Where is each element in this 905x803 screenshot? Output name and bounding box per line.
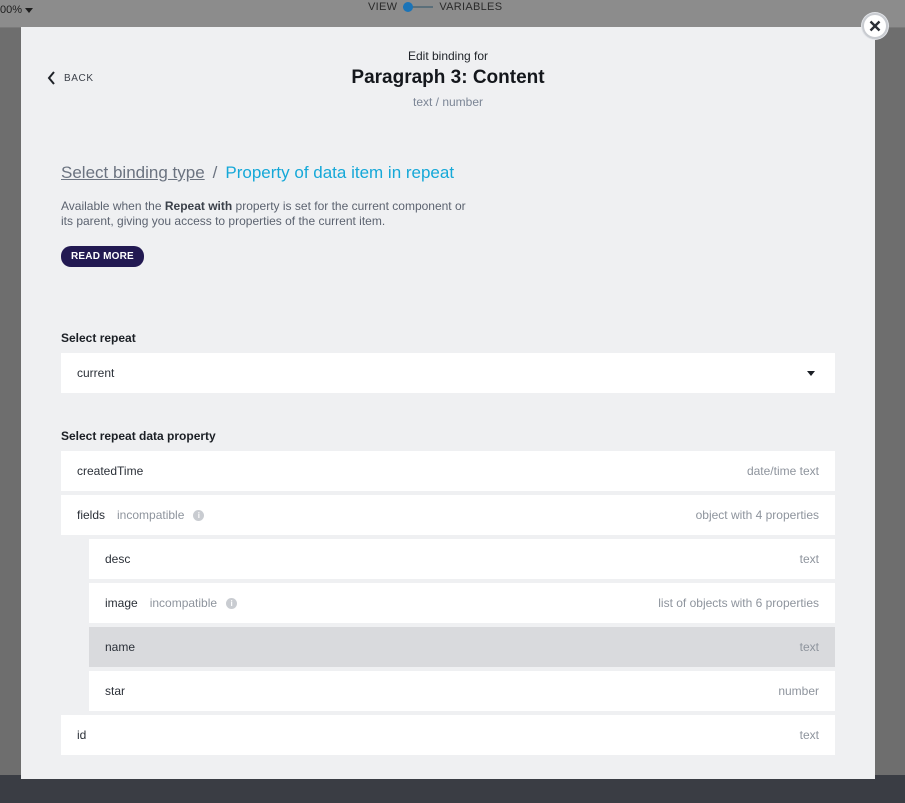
chevron-down-icon <box>25 7 34 13</box>
view-label: VIEW <box>368 1 398 13</box>
select-repeat-dropdown[interactable]: current <box>61 353 835 393</box>
select-property-label: Select repeat data property <box>61 429 216 443</box>
breadcrumb-current: Property of data item in repeat <box>225 163 455 182</box>
app-bottombar <box>0 775 905 803</box>
property-type: text <box>799 640 819 654</box>
property-type: text <box>799 728 819 742</box>
close-modal-button[interactable] <box>862 13 888 39</box>
binding-description: Available when the Repeat with property … <box>61 199 471 229</box>
property-row-desc[interactable]: desc text <box>89 539 835 579</box>
property-name: createdTime <box>77 464 144 478</box>
toggle-knob <box>403 2 414 12</box>
description-bold: Repeat with <box>164 199 233 213</box>
close-icon <box>869 20 881 32</box>
incompatible-label: incompatible <box>149 596 218 610</box>
info-icon[interactable]: i <box>226 597 238 609</box>
info-icon[interactable]: i <box>193 509 205 521</box>
edit-binding-modal: BACK Edit binding for Paragraph 3: Conte… <box>21 27 875 779</box>
breadcrumb-select-binding-type[interactable]: Select binding type <box>61 163 205 183</box>
zoom-dropdown[interactable]: 00% <box>0 4 34 16</box>
chevron-down-icon <box>807 370 815 376</box>
property-name: star <box>105 684 126 698</box>
property-row-createdTime[interactable]: createdTime date/time text <box>61 451 835 491</box>
variables-label: VARIABLES <box>439 1 503 13</box>
property-name: id <box>77 728 87 742</box>
description-text: Available when the <box>61 199 165 213</box>
modal-content: Select binding type / Property of data i… <box>61 163 835 755</box>
select-repeat-label: Select repeat <box>61 331 136 345</box>
toggle-switch[interactable] <box>403 1 434 13</box>
property-row-image[interactable]: image incompatible i list of objects wit… <box>89 583 835 623</box>
property-type: number <box>778 684 819 698</box>
property-type: text <box>799 552 819 566</box>
modal-header: Edit binding for Paragraph 3: Content te… <box>21 49 875 109</box>
property-row-fields[interactable]: fields incompatible i object with 4 prop… <box>61 495 835 535</box>
incompatible-label: incompatible <box>117 508 185 522</box>
select-repeat-value: current <box>77 366 115 380</box>
property-type: list of objects with 6 properties <box>658 596 819 610</box>
property-name: name <box>105 640 136 654</box>
property-name: desc <box>105 552 131 566</box>
property-row-star[interactable]: star number <box>89 671 835 711</box>
modal-pretitle: Edit binding for <box>407 49 489 63</box>
view-variables-toggle[interactable]: VIEW VARIABLES <box>368 1 502 13</box>
app-topbar: 00% VIEW VARIABLES <box>0 0 905 28</box>
zoom-label: 00% <box>0 4 23 16</box>
modal-subtitle: text / number <box>412 95 484 109</box>
modal-title: Paragraph 3: Content <box>351 67 545 88</box>
property-type: date/time text <box>746 464 819 478</box>
property-row-name[interactable]: name text <box>89 627 835 667</box>
property-name: fields <box>77 508 106 522</box>
breadcrumb: Select binding type / Property of data i… <box>61 163 835 183</box>
read-more-button[interactable]: READ MORE <box>61 246 144 267</box>
property-row-id[interactable]: id text <box>61 715 835 755</box>
property-name: image <box>105 596 138 610</box>
breadcrumb-separator: / <box>212 163 218 182</box>
property-type: object with 4 properties <box>695 508 819 522</box>
